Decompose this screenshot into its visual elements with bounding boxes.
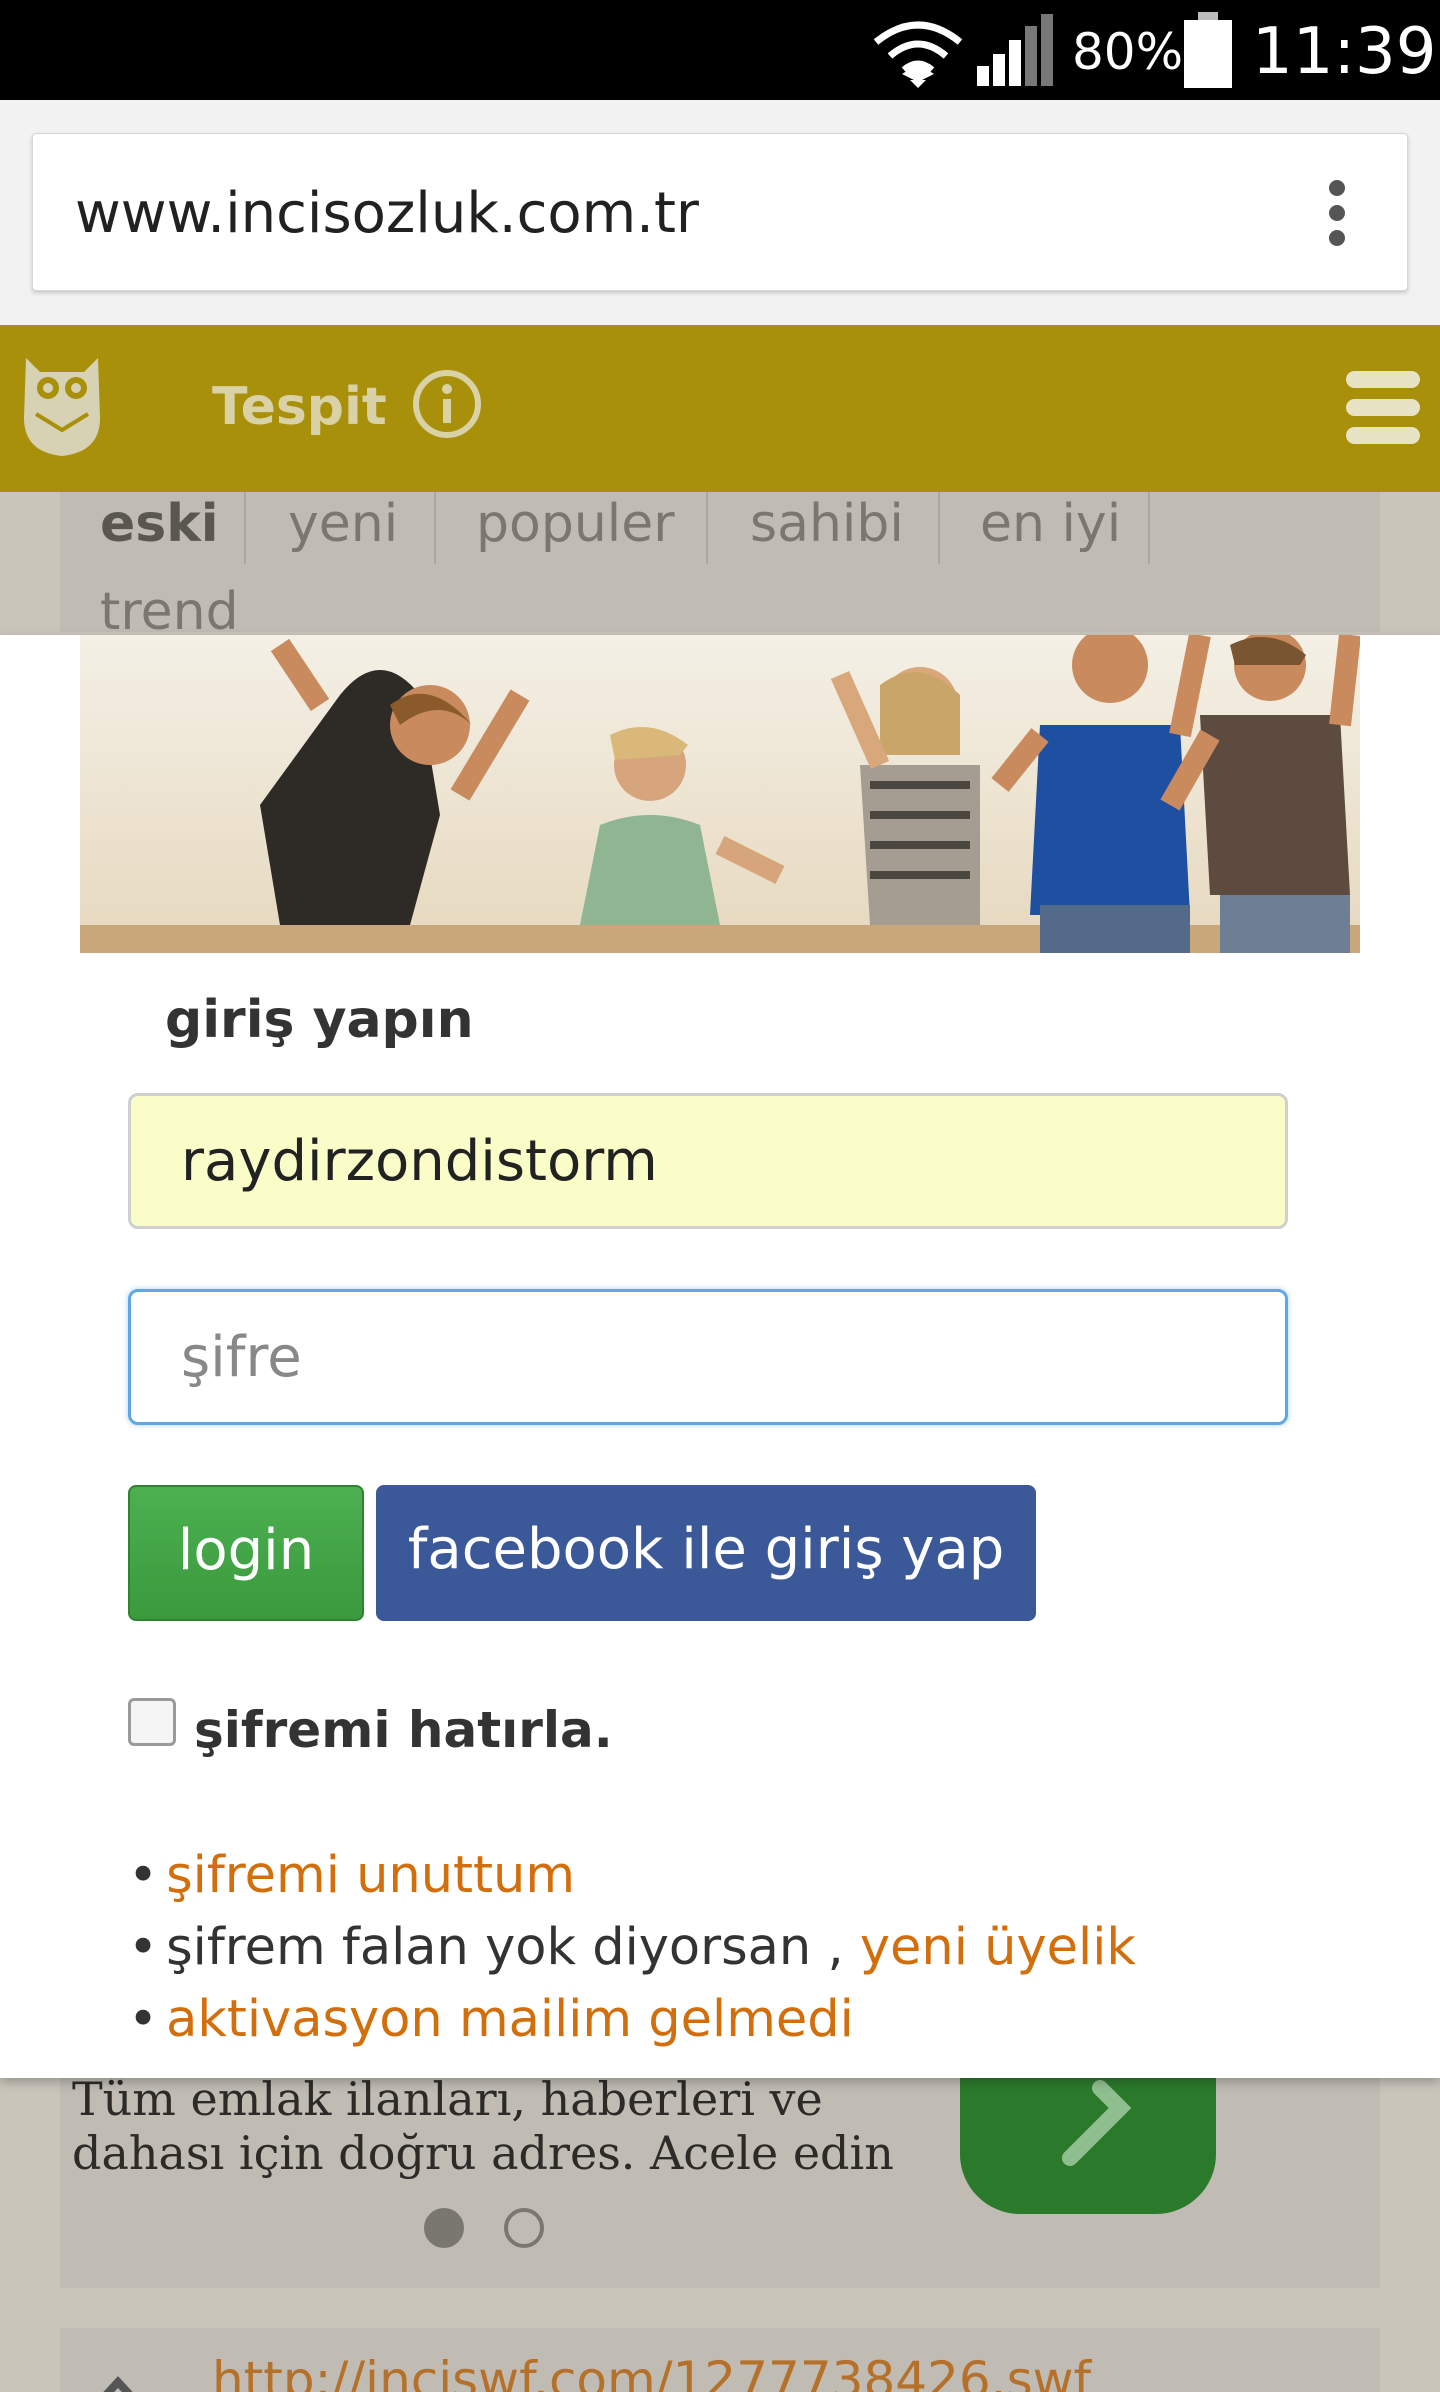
tab-populer[interactable]: populer xyxy=(476,492,675,564)
entry-link[interactable]: http://inciswf.com/1277738426.swf xyxy=(212,2350,1091,2392)
entry-card: http://inciswf.com/1277738426.swf xyxy=(60,2328,1380,2392)
overflow-menu-icon[interactable] xyxy=(1327,180,1347,246)
ad-banner[interactable]: Tüm emlak ilanları, haberleri ve dahası … xyxy=(60,2078,1380,2288)
chevron-right-icon xyxy=(1062,2080,1132,2166)
tab-bar: eski yeni populer sahibi en iyi trend xyxy=(60,492,1380,640)
header-title[interactable]: Tespit xyxy=(212,371,387,443)
ad-cta-button[interactable] xyxy=(960,2078,1216,2214)
tab-sahibi[interactable]: sahibi xyxy=(750,492,904,564)
battery-percent: 80% xyxy=(1072,23,1184,81)
signal-icon xyxy=(977,14,1053,86)
username-field[interactable] xyxy=(128,1093,1288,1229)
ad-text: Tüm emlak ilanları, haberleri ve dahası … xyxy=(72,2078,894,2180)
status-bar: 80% 11:39 xyxy=(0,0,1440,100)
help-links: • şifremi unuttum • şifrem falan yok diyor… xyxy=(128,1840,1136,2056)
info-icon[interactable] xyxy=(412,369,482,439)
facebook-login-button[interactable]: facebook ile giriş yap xyxy=(376,1485,1036,1621)
site-header: Tespit xyxy=(0,325,1440,492)
battery-icon xyxy=(1184,12,1232,88)
address-bar[interactable]: www.incisozluk.com.tr xyxy=(32,133,1408,291)
chevron-up-icon[interactable] xyxy=(90,2372,146,2392)
wifi-icon xyxy=(873,21,963,88)
hero-image xyxy=(80,635,1360,953)
hamburger-menu-icon[interactable] xyxy=(1346,371,1420,445)
status-time: 11:39 xyxy=(1252,15,1437,89)
tab-en-iyi[interactable]: en iyi xyxy=(980,492,1121,564)
register-link[interactable]: yeni üyelik xyxy=(860,1918,1136,1977)
no-password-text: şifrem falan yok diyorsan , xyxy=(166,1918,860,1977)
list-item: • aktivasyon mailim gelmedi xyxy=(128,1990,854,2049)
forgot-password-link[interactable]: şifremi unuttum xyxy=(166,1846,575,1905)
pager-dot-active[interactable] xyxy=(424,2208,464,2248)
url-text[interactable]: www.incisozluk.com.tr xyxy=(75,182,699,246)
list-item: • şifremi unuttum xyxy=(128,1846,576,1905)
owl-logo-icon[interactable] xyxy=(20,348,104,460)
list-item: • şifrem falan yok diyorsan , yeni üyelik xyxy=(128,1918,1136,1977)
tab-yeni[interactable]: yeni xyxy=(288,492,398,564)
remember-me-label[interactable]: şifremi hatırla. xyxy=(194,1695,613,1765)
activation-mail-link[interactable]: aktivasyon mailim gelmedi xyxy=(166,1990,854,2049)
login-button[interactable]: login xyxy=(128,1485,364,1621)
login-title: giriş yapın xyxy=(165,990,474,1050)
tab-eski[interactable]: eski xyxy=(100,492,219,564)
password-field[interactable] xyxy=(128,1289,1288,1425)
remember-me-checkbox[interactable] xyxy=(128,1698,176,1746)
login-modal: giriş yapın login facebook ile giriş yap… xyxy=(0,635,1440,2078)
pager-dot[interactable] xyxy=(504,2208,544,2248)
